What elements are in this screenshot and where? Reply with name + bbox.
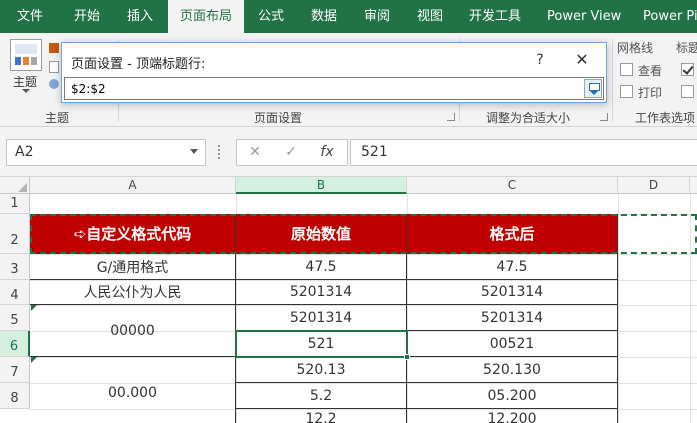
row-header-1[interactable]: 1 [0,194,30,214]
tab-page-layout[interactable]: 页面布局 [168,0,245,33]
tab-data[interactable]: 数据 [311,0,337,33]
row-header-4[interactable]: 4 [0,280,30,305]
table-cell[interactable]: 人民公仆为人民 [30,280,236,305]
column-header-a[interactable]: A [30,177,236,194]
dialog-title: 页面设置 - 顶端标题行: [71,57,206,72]
tab-file[interactable]: 文件 [17,0,43,33]
headings-label: 标题 [676,41,697,55]
table-cell[interactable]: 5201314 [407,280,618,305]
table-cell[interactable]: 12.2 [236,409,407,423]
tab-home[interactable]: 开始 [74,0,100,33]
table-cell[interactable]: 12.200 [407,409,618,423]
table-cell[interactable]: 520.130 [407,357,618,383]
theme-group-label: 主题 [45,111,70,125]
page-setup-group-label: 页面设置 [254,111,303,125]
splitter-handle[interactable] [218,145,221,159]
cancel-icon[interactable]: ✕ [245,144,265,160]
theme-dropdown-icon[interactable] [22,89,30,93]
gridlines-print-checkbox[interactable] [620,85,633,98]
column-header-d[interactable]: D [618,177,690,194]
scale-to-fit-group-label: 调整为合适大小 [486,111,571,125]
table-cell[interactable]: 00521 [407,331,618,357]
help-icon[interactable]: ? [530,50,550,70]
error-indicator-icon [31,305,37,311]
table-cell[interactable]: G/通用格式 [30,254,236,280]
column-header-c[interactable]: C [407,177,618,194]
formula-input[interactable]: 521 [350,139,697,166]
gridlines-label: 网格线 [617,41,654,55]
tab-formulas[interactable]: 公式 [258,0,284,33]
tab-view[interactable]: 视图 [417,0,443,33]
tab-insert[interactable]: 插入 [127,0,153,33]
insert-function-icon[interactable]: fx [317,144,337,160]
row-header-2[interactable]: 2 [0,214,30,254]
table-cell[interactable]: 47.5 [407,254,618,280]
excel-window: 文件 开始 插入 页面布局 公式 数据 审阅 视图 开发工具 Power Vie… [0,0,697,423]
header-cell-format-code[interactable]: ➪自定义格式代码 [30,214,236,254]
row-header-8[interactable]: 8 [0,383,30,409]
effects-icon[interactable] [49,79,59,89]
merged-cell-format-code[interactable]: 00.000 [30,357,236,423]
tab-power-pivot[interactable]: Power Pi [643,0,697,33]
table-cell[interactable]: 5.2 [236,383,407,409]
colors-icon[interactable] [49,43,59,53]
row-header-5[interactable]: 5 [0,305,30,331]
gridline [618,194,619,423]
worksheet-grid: A B C D 1 2 3 4 5 6 7 8 ➪自定义格式代码 原始数值 格式… [0,177,697,423]
ribbon-tab-bar: 文件 开始 插入 页面布局 公式 数据 审阅 视图 开发工具 Power Vie… [0,0,697,33]
header-cell-original-value[interactable]: 原始数值 [236,214,407,254]
title-rows-input[interactable] [64,77,604,100]
table-cell[interactable]: 521 [236,331,407,357]
gridline [690,194,691,423]
table-cell[interactable]: 05.200 [407,383,618,409]
enter-icon[interactable]: ✓ [281,144,301,160]
tab-power-view[interactable]: Power View [547,0,621,33]
merged-cell-format-code[interactable]: 00000 [30,305,236,357]
fonts-icon[interactable] [49,61,59,73]
table-cell[interactable]: 5201314 [236,280,407,305]
sheet-options-group-label: 工作表选项 [635,111,696,125]
column-headers: A B C D [0,177,697,194]
close-icon[interactable]: ✕ [572,50,592,70]
column-header-b[interactable]: B [236,177,407,194]
formula-bar: A2 ✕ ✓ fx 521 [0,127,697,177]
formula-buttons: ✕ ✓ fx [236,139,348,166]
gridlines-print-label: 打印 [638,86,663,100]
theme-icon[interactable] [10,39,42,71]
header-cell-formatted[interactable]: 格式后 [407,214,618,254]
name-box-dropdown-icon[interactable] [190,149,198,154]
error-indicator-icon [31,357,37,363]
table-cell[interactable]: 47.5 [236,254,407,280]
row-header-7[interactable]: 7 [0,357,30,383]
tab-developer[interactable]: 开发工具 [469,0,521,33]
table-cell[interactable]: 5201314 [236,305,407,331]
name-box[interactable]: A2 [6,139,206,166]
page-setup-title-rows-dialog: 页面设置 - 顶端标题行: ? ✕ [61,42,607,103]
gridlines-view-checkbox[interactable] [620,63,633,76]
scale-to-fit-launcher-icon[interactable] [600,113,608,121]
fill-handle[interactable] [404,354,410,360]
theme-button[interactable]: 主题 [13,73,37,90]
row-header-6[interactable]: 6 [0,331,30,357]
page-setup-launcher-icon[interactable] [447,113,455,121]
table-cell[interactable]: 5201314 [407,305,618,331]
gridlines-view-label: 查看 [638,64,663,78]
table-cell[interactable]: 520.13 [236,357,407,383]
expand-dialog-icon[interactable] [584,79,602,98]
group-separator [612,39,613,121]
row-header-3[interactable]: 3 [0,254,30,280]
tab-review[interactable]: 审阅 [364,0,390,33]
headings-view-checkbox[interactable] [681,63,694,76]
headings-print-checkbox[interactable] [681,85,694,98]
select-all-button[interactable] [0,177,30,194]
